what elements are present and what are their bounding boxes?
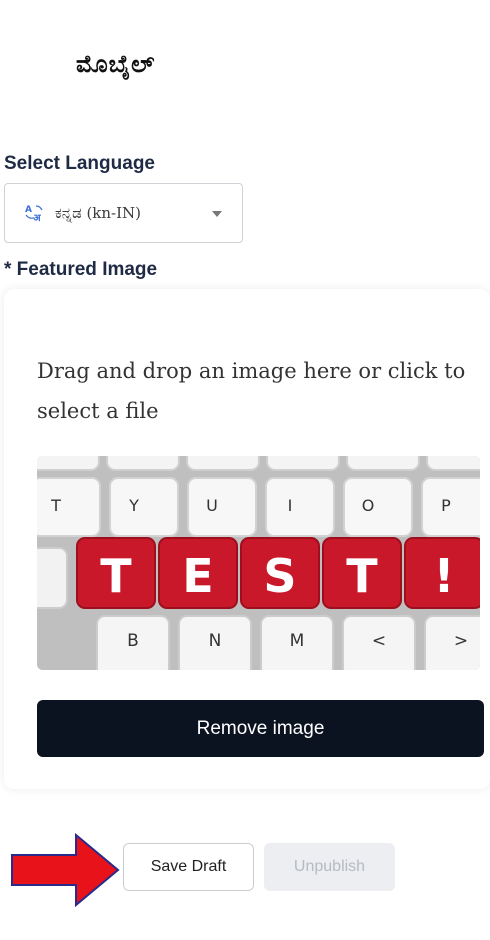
keyboard-key <box>266 456 340 471</box>
keyboard-key <box>186 456 260 471</box>
keyboard-key <box>37 547 68 609</box>
annotation-arrow-icon <box>11 833 120 907</box>
keyboard-key <box>346 456 420 471</box>
keyboard-key-label: M <box>290 631 305 651</box>
keyboard-key-label: O <box>362 496 375 515</box>
keyboard-red-key-label: E <box>182 549 213 603</box>
keyboard-key <box>37 456 100 471</box>
keyboard-key <box>343 477 413 537</box>
keyboard-key-label: < <box>372 631 386 651</box>
keyboard-red-key-label: T <box>346 549 378 603</box>
keyboard-key-label: P <box>441 496 451 515</box>
svg-text:अ: अ <box>33 213 42 223</box>
svg-text:A: A <box>25 205 32 215</box>
page-title: ಮೊಬೈಲ್ <box>76 50 156 78</box>
keyboard-key-label: N <box>209 631 222 651</box>
language-selected-value: ಕನ್ನಡ (kn-IN) <box>55 204 142 222</box>
select-language-label: Select Language <box>4 153 155 174</box>
keyboard-key-label: > <box>454 631 468 651</box>
featured-image-label: * Featured Image <box>4 259 158 280</box>
keyboard-key <box>424 615 480 670</box>
keyboard-key <box>265 477 335 537</box>
keyboard-key <box>106 456 180 471</box>
keyboard-key <box>187 477 257 537</box>
keyboard-key <box>109 477 179 537</box>
keyboard-red-key-label: S <box>263 549 296 603</box>
keyboard-key-label: B <box>127 631 139 651</box>
keyboard-red-key-label: T <box>100 549 132 603</box>
keyboard-key-label: T <box>50 496 61 515</box>
keyboard-key <box>37 477 101 537</box>
keyboard-test-image: T Y U I O PT E S T !B N M < > <box>37 456 480 670</box>
keyboard-key <box>426 456 480 471</box>
save-draft-button[interactable]: Save Draft <box>123 843 254 891</box>
image-dropzone[interactable]: Drag and drop an image here or click to … <box>4 289 490 789</box>
keyboard-key-label: I <box>288 496 293 515</box>
keyboard-key-label: U <box>206 496 218 515</box>
translate-icon: A अ <box>25 203 45 224</box>
dropzone-instructions: Drag and drop an image here or click to … <box>37 359 466 423</box>
keyboard-red-key-label: ! <box>434 549 455 603</box>
keyboard-key-label: Y <box>128 496 139 515</box>
remove-image-button[interactable]: Remove image <box>37 700 484 757</box>
featured-image-preview: T Y U I O P T E S T! B N M < > <box>37 456 480 670</box>
keyboard-key <box>421 477 480 537</box>
language-select[interactable]: A अ ಕನ್ನಡ (kn-IN) <box>4 183 243 243</box>
chevron-down-icon <box>212 211 222 217</box>
unpublish-button[interactable]: Unpublish <box>264 843 395 891</box>
